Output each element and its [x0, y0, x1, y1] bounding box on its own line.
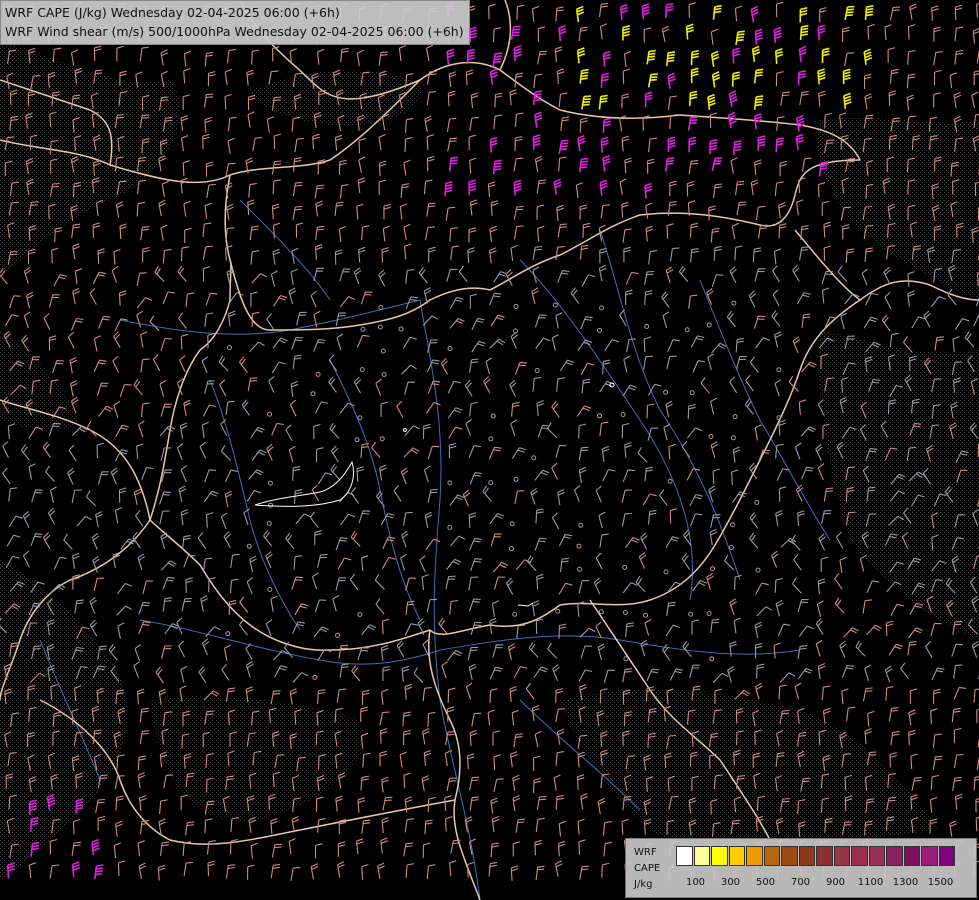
legend-swatch	[816, 846, 833, 866]
legend-swatch	[763, 846, 780, 866]
legend-swatch	[868, 846, 885, 866]
legend-swatch	[728, 846, 745, 866]
legend-tick-label: 1100	[857, 877, 884, 888]
weather-map	[0, 0, 979, 900]
map-title-box: WRF CAPE (J/kg) Wednesday 02-04-2025 06:…	[0, 0, 470, 45]
wind-shear-title: WRF Wind shear (m/s) 500/1000hPa Wednesd…	[5, 24, 464, 39]
legend-swatch	[798, 846, 815, 866]
legend-swatch	[676, 846, 693, 866]
legend-tick-label: 100	[685, 877, 706, 888]
legend-swatch	[938, 846, 955, 866]
legend-tick-label: 700	[790, 877, 811, 888]
legend-tick-label: 1300	[892, 877, 919, 888]
legend-tick-label: 900	[825, 877, 846, 888]
legend-swatch	[903, 846, 920, 866]
legend-swatch	[833, 846, 850, 866]
legend-color-scale	[676, 846, 956, 866]
legend-swatch	[693, 846, 710, 866]
legend-unit-label: J/kg	[634, 879, 653, 890]
cape-legend: WRF CAPE J/kg 100 300 500 700 900 1100 1300 150…	[625, 838, 977, 898]
legend-tick-label: 1500	[927, 877, 954, 888]
legend-model-label: WRF	[634, 847, 657, 858]
legend-swatch	[711, 846, 728, 866]
legend-variable-label: CAPE	[634, 863, 661, 874]
legend-swatch	[886, 846, 903, 866]
legend-tick-label: 500	[755, 877, 776, 888]
legend-tick-label: 300	[720, 877, 741, 888]
cape-title: WRF CAPE (J/kg) Wednesday 02-04-2025 06:…	[5, 5, 340, 20]
legend-swatch	[746, 846, 763, 866]
legend-swatch	[781, 846, 798, 866]
legend-swatch	[921, 846, 938, 866]
legend-swatch	[851, 846, 868, 866]
